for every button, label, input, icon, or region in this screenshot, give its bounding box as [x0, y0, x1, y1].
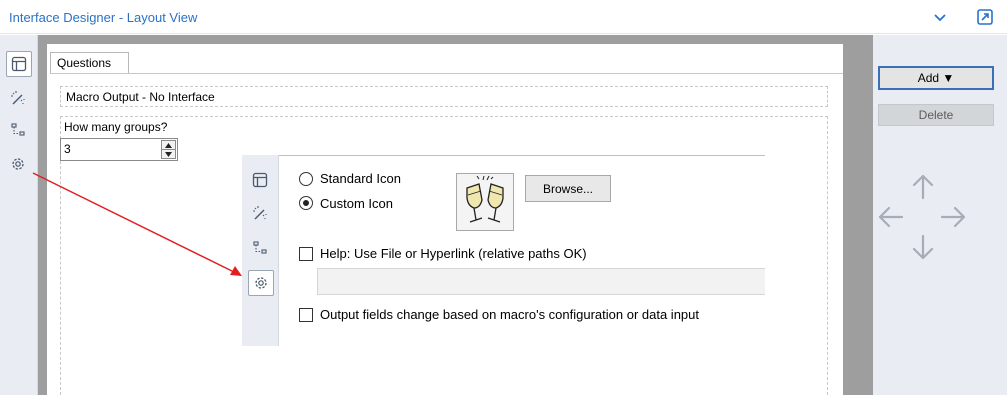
radio-selected-dot — [303, 200, 309, 206]
layout-icon — [11, 56, 27, 72]
custom-icon-radio[interactable] — [299, 196, 313, 210]
settings-button[interactable] — [6, 152, 32, 178]
arrow-left-icon[interactable] — [878, 206, 904, 228]
gear-icon — [12, 158, 24, 170]
tab-questions[interactable]: Questions — [50, 52, 129, 74]
tree-view-button[interactable] — [6, 118, 32, 144]
inset-magic-wand-button[interactable] — [248, 201, 274, 227]
output-fields-label: Output fields change based on macro's co… — [320, 307, 699, 322]
layout-view-button[interactable] — [6, 51, 32, 77]
inset-settings-button[interactable] — [248, 270, 274, 296]
dock-window-icon[interactable] — [975, 7, 995, 27]
help-checkbox[interactable] — [299, 247, 313, 261]
arrow-up-icon[interactable] — [912, 174, 934, 200]
spin-up-button[interactable] — [162, 141, 175, 150]
title-bar: Interface Designer - Layout View — [0, 0, 1007, 34]
magic-wand-icon — [11, 91, 25, 105]
tree-icon — [11, 123, 25, 136]
triangle-up-icon — [165, 143, 172, 148]
interface-designer-window: Interface Designer - Layout View Questio… — [0, 0, 1007, 395]
macro-output-item[interactable]: Macro Output - No Interface — [60, 86, 828, 107]
gear-icon — [255, 277, 267, 289]
arrow-right-icon[interactable] — [940, 206, 966, 228]
arrow-down-icon[interactable] — [912, 234, 934, 260]
inset-tree-button[interactable] — [248, 236, 274, 262]
champagne-glasses-icon — [466, 175, 504, 223]
standard-icon-radio[interactable] — [299, 172, 313, 186]
chevron-down-icon[interactable] — [932, 9, 948, 25]
custom-icon-label: Custom Icon — [320, 196, 393, 211]
custom-icon-preview — [456, 173, 514, 231]
add-button[interactable]: Add ▼ — [878, 66, 994, 90]
inset-layout-button[interactable] — [248, 168, 274, 194]
magic-wand-button[interactable] — [6, 86, 32, 112]
help-label: Help: Use File or Hyperlink (relative pa… — [320, 246, 587, 261]
help-path-input[interactable] — [317, 268, 765, 295]
browse-button[interactable]: Browse... — [525, 175, 611, 202]
move-arrows — [876, 172, 968, 262]
standard-icon-label: Standard Icon — [320, 171, 401, 186]
window-title: Interface Designer - Layout View — [9, 10, 198, 25]
spin-down-button[interactable] — [162, 150, 175, 159]
group-question-label: How many groups? — [64, 120, 168, 134]
delete-button[interactable]: Delete — [878, 104, 994, 126]
groups-spinner[interactable] — [161, 140, 176, 159]
layout-icon — [252, 172, 268, 188]
triangle-down-icon — [165, 152, 172, 157]
output-fields-checkbox[interactable] — [299, 308, 313, 322]
tree-icon — [253, 241, 267, 254]
tab-divider — [50, 73, 843, 74]
magic-wand-icon — [253, 206, 267, 220]
inset-top-border — [279, 155, 765, 156]
